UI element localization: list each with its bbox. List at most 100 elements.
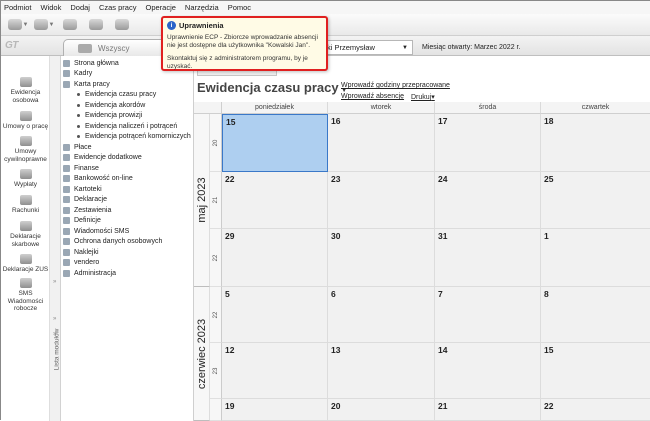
nav-umowy-o-prace[interactable]: Umowy o pracę [1, 111, 50, 131]
nav-sms[interactable]: SMS Wiadomości robocze [1, 278, 50, 313]
nav-label: Deklaracje skarbowe [10, 233, 41, 248]
tree-item[interactable]: vendero [61, 258, 193, 269]
tree-item[interactable]: Kartoteki [61, 184, 193, 195]
day-cell[interactable]: 7 [435, 287, 541, 343]
week-number: 23 [210, 343, 222, 399]
day-number: 12 [225, 345, 235, 355]
tree-label: vendero [74, 259, 100, 267]
day-cell[interactable]: 16 [328, 114, 435, 172]
nav-deklaracje-skarbowe[interactable]: Deklaracje skarbowe [1, 221, 50, 248]
day-cell[interactable]: 1 [541, 229, 650, 287]
nav-deklaracje-zus[interactable]: Deklaracje ZUS [1, 254, 50, 274]
tree-item[interactable]: Płace [61, 142, 193, 153]
contract-icon [19, 136, 32, 146]
tree-item[interactable]: Ewidencja akordów [61, 100, 193, 111]
tree-label: Ewidencja potrąceń komorniczych [85, 133, 191, 141]
tree-item[interactable]: Definicje [61, 216, 193, 227]
sms-icon [63, 227, 70, 235]
tree-label: Kartoteki [74, 185, 102, 193]
menu-dodaj[interactable]: Dodaj [70, 3, 90, 12]
tree-label: Ewidencja naliczeń i potrąceń [85, 122, 178, 130]
money-icon[interactable] [59, 17, 81, 33]
day-cell[interactable]: 8 [541, 287, 650, 343]
tree-item[interactable]: Naklejki [61, 247, 193, 258]
enter-hours-link[interactable]: Wprowadź godziny przepracowane [341, 82, 450, 89]
day-number: 29 [225, 231, 235, 241]
menu-operacje[interactable]: Operacje [145, 3, 175, 12]
day-cell[interactable]: 12 [222, 343, 328, 399]
nav-wyplaty[interactable]: Wypłaty [1, 169, 50, 189]
nav-umowy-cywilnoprawne[interactable]: Umowy cywilnoprawne [1, 136, 50, 163]
help-icon[interactable] [111, 17, 133, 33]
printer-icon[interactable]: ▼ [7, 17, 29, 33]
day-cell[interactable]: 22 [222, 172, 328, 229]
nav-ewidencja-osobowa[interactable]: Ewidencja osobowa [1, 77, 50, 104]
menu-widok[interactable]: Widok [41, 3, 62, 12]
folder-icon [63, 80, 70, 88]
folder-icon [63, 206, 70, 214]
tree-item[interactable]: Finanse [61, 163, 193, 174]
home-icon [63, 59, 70, 67]
day-cell[interactable]: 24 [435, 172, 541, 229]
day-cell[interactable]: 6 [328, 287, 435, 343]
day-cell[interactable]: 19 [222, 399, 328, 421]
bullet-icon [77, 93, 80, 97]
tree-item[interactable]: Administracja [61, 268, 193, 279]
day-number: 15 [226, 117, 236, 127]
day-number: 8 [544, 289, 549, 299]
tree-label: Ewidencja czasu pracy [85, 91, 157, 99]
day-cell[interactable]: 30 [328, 229, 435, 287]
module-sidebar: Ewidencja osobowa Umowy o pracę Umowy cy… [1, 56, 50, 421]
view-title[interactable]: Ewidencja czasu pracy ▼ [197, 80, 348, 95]
day-number: 13 [331, 345, 341, 355]
menu-bar: Podmiot Widok Dodaj Czas pracy Operacje … [1, 1, 650, 14]
day-cell[interactable]: 29 [222, 229, 328, 287]
menu-czas-pracy[interactable]: Czas pracy [99, 3, 137, 12]
day-cell[interactable]: 20 [328, 399, 435, 421]
tree-label: Deklaracje [74, 196, 108, 204]
refresh-icon[interactable] [85, 17, 107, 33]
menu-pomoc[interactable]: Pomoc [228, 3, 251, 12]
day-number: 22 [225, 174, 235, 184]
day-cell[interactable]: 15 [541, 343, 650, 399]
permission-tooltip: i Uprawnienia Uprawnienie ECP - Zbiorcze … [161, 16, 328, 71]
company-select[interactable]: ki Przemysław ▼ [323, 40, 413, 55]
module-list-bar[interactable]: » » » Lista modułów [50, 56, 61, 421]
day-number: 19 [225, 401, 235, 411]
enter-absence-link[interactable]: Wprowadź absencję [341, 93, 404, 100]
day-cell[interactable]: 25 [541, 172, 650, 229]
settings-icon[interactable]: ▼ [33, 17, 55, 33]
day-cell[interactable]: 31 [435, 229, 541, 287]
tree-item[interactable]: Karta pracy [61, 79, 193, 90]
menu-narzedzia[interactable]: Narzędzia [185, 3, 219, 12]
day-cell[interactable]: 13 [328, 343, 435, 399]
tree-item[interactable]: Ewidencja naliczeń i potrąceń [61, 121, 193, 132]
tree-item[interactable]: Wiadomości SMS [61, 226, 193, 237]
tree-item[interactable]: Zestawienia [61, 205, 193, 216]
menu-podmiot[interactable]: Podmiot [4, 3, 32, 12]
tab-all-label: Wszyscy [98, 43, 130, 53]
day-cell[interactable]: 22 [541, 399, 650, 421]
day-header: poniedziałek [222, 102, 328, 114]
open-month-label: Miesiąc otwarty: Marzec 2022 r. [422, 44, 521, 51]
print-link[interactable]: Drukuj▾ [411, 93, 435, 101]
day-cell-selected[interactable]: 15 [222, 114, 328, 172]
tree-item[interactable]: Ewidencja czasu pracy [61, 90, 193, 101]
day-cell[interactable]: 18 [541, 114, 650, 172]
tree-item[interactable]: Ewidencja prowizji [61, 111, 193, 122]
tree-item[interactable]: Ewidencja potrąceń komorniczych [61, 132, 193, 143]
chevron-down-icon: ▼ [402, 44, 408, 51]
tree-item[interactable]: Ewidencje dodatkowe [61, 153, 193, 164]
tree-item[interactable]: Ochrona danych osobowych [61, 237, 193, 248]
tree-label: Ochrona danych osobowych [74, 238, 163, 246]
month-text: czerwiec 2023 [195, 318, 208, 389]
tree-item[interactable]: Bankowość on-line [61, 174, 193, 185]
day-cell[interactable]: 21 [435, 399, 541, 421]
tree-item[interactable]: Deklaracje [61, 195, 193, 206]
day-cell[interactable]: 17 [435, 114, 541, 172]
nav-rachunki[interactable]: Rachunki [1, 195, 50, 215]
day-cell[interactable]: 23 [328, 172, 435, 229]
day-cell[interactable]: 14 [435, 343, 541, 399]
day-cell[interactable]: 5 [222, 287, 328, 343]
day-number: 22 [544, 401, 554, 411]
